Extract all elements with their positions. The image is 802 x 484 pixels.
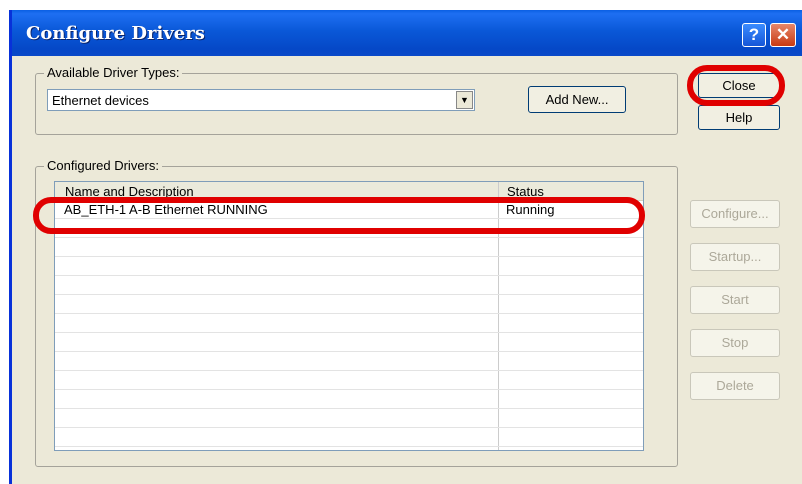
empty-row: [55, 257, 643, 276]
running-driver-highlight-annotation: [33, 197, 645, 234]
start-button[interactable]: Start: [690, 286, 780, 314]
empty-row: [55, 333, 643, 352]
chevron-down-icon[interactable]: ▼: [456, 91, 473, 109]
configured-drivers-label: Configured Drivers:: [44, 158, 162, 173]
empty-row: [55, 238, 643, 257]
empty-row: [55, 428, 643, 447]
empty-row: [55, 295, 643, 314]
help-button[interactable]: Help: [698, 105, 780, 130]
empty-row: [55, 276, 643, 295]
empty-row: [55, 314, 643, 333]
close-highlight-annotation: [687, 65, 785, 106]
help-icon[interactable]: ?: [742, 23, 766, 47]
close-icon[interactable]: ✕: [770, 23, 796, 47]
configure-button[interactable]: Configure...: [690, 200, 780, 228]
empty-row: [55, 409, 643, 428]
startup-button[interactable]: Startup...: [690, 243, 780, 271]
empty-row: [55, 371, 643, 390]
delete-button[interactable]: Delete: [690, 372, 780, 400]
window-title: Configure Drivers: [26, 23, 205, 44]
empty-row: [55, 352, 643, 371]
title-bar[interactable]: Configure Drivers ? ✕: [12, 10, 802, 56]
available-driver-types-label: Available Driver Types:: [44, 65, 183, 80]
stop-button[interactable]: Stop: [690, 329, 780, 357]
driver-type-value: Ethernet devices: [52, 93, 149, 108]
empty-row: [55, 390, 643, 409]
add-new-button[interactable]: Add New...: [528, 86, 626, 113]
driver-type-dropdown[interactable]: Ethernet devices ▼: [47, 89, 475, 111]
